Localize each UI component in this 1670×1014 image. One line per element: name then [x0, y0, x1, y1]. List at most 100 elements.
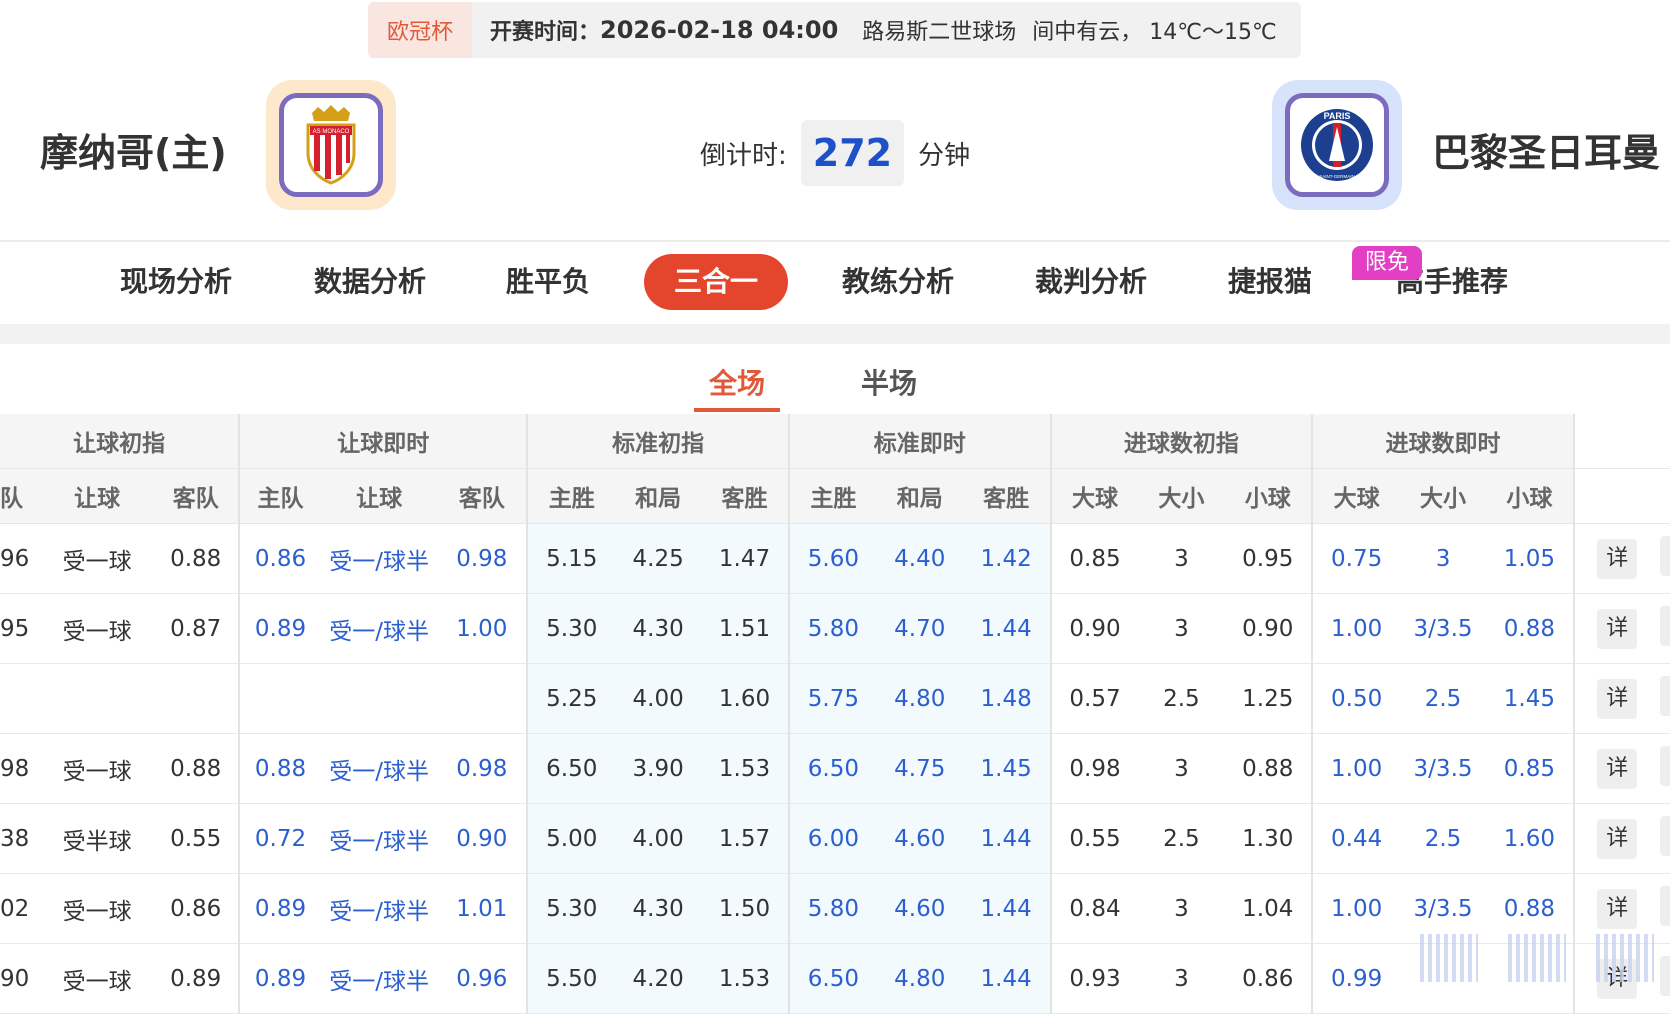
column-header: 小球	[1485, 468, 1575, 524]
odds-cell: 1.45	[1485, 663, 1575, 734]
edge-button[interactable]	[1659, 885, 1670, 926]
detail-button[interactable]: 详	[1597, 818, 1638, 859]
group-header: 让球即时	[239, 414, 529, 469]
odds-cell: 1.00	[1312, 733, 1401, 804]
watermark	[1420, 934, 1654, 982]
odds-cell: 4.80	[876, 943, 963, 1014]
edge-button[interactable]	[1659, 745, 1670, 786]
odds-cell: 2.5	[1400, 803, 1486, 874]
column-header: 小球	[1224, 468, 1314, 524]
home-team-name[interactable]: 摩纳哥(主)	[40, 122, 227, 177]
table-row[interactable]: 95 受一球 0.87 0.89 受一/球半 1.00 5.30 4.30 1.51 5.80 4.…	[0, 593, 1670, 664]
odds-cell: 4.60	[876, 873, 963, 944]
odds-cell: 0.89	[239, 873, 321, 944]
subtab-half-time[interactable]: 半场	[846, 362, 932, 408]
countdown-value: 272	[800, 120, 905, 186]
edge-button[interactable]	[1659, 605, 1670, 646]
table-row[interactable]: 5.25 4.00 1.60 5.75 4.80 1.48 0.57 2.5 1.25 0.50 2…	[0, 663, 1670, 734]
edge-button[interactable]	[1659, 955, 1670, 996]
odds-cell: 1.51	[701, 593, 790, 664]
odds-cell: 0.75	[1312, 523, 1401, 594]
competition-tag[interactable]: 欧冠杯	[368, 2, 472, 58]
column-header: 和局	[876, 468, 963, 524]
odds-cell: 1.45	[962, 733, 1052, 804]
column-header: 大球	[1050, 468, 1139, 524]
tab-data-analysis[interactable]: 数据分析	[314, 254, 426, 310]
group-header: 标准即时	[788, 414, 1052, 469]
away-team-name[interactable]: 巴黎圣日耳曼	[1432, 122, 1660, 177]
odds-cell: 5.80	[788, 593, 877, 664]
venue: 路易斯二世球场	[862, 20, 1017, 45]
odds-cell: 2.5	[1400, 663, 1486, 734]
detail-button[interactable]: 详	[1597, 538, 1638, 579]
odds-cell: 1.01	[437, 873, 529, 944]
odds-cell: 0.89	[239, 943, 321, 1014]
odds-cell: 4.30	[615, 873, 702, 944]
detail-button[interactable]: 详	[1597, 678, 1638, 719]
odds-cell: 3/3.5	[1400, 593, 1486, 664]
odds-cell: 1.30	[1224, 803, 1314, 874]
odds-cell: 1.53	[701, 943, 790, 1014]
psg-crest-icon: PARIS SAINT-GERMAIN	[1301, 109, 1373, 181]
tab-jiebaomao[interactable]: 捷报猫	[1228, 254, 1312, 310]
odds-cell: 受一/球半	[320, 873, 438, 944]
monaco-crest-text: AS MONACO	[313, 129, 350, 135]
tab-live-analysis[interactable]: 现场分析	[120, 254, 232, 310]
odds-cell: 0.89	[239, 593, 321, 664]
tab-win-draw-lose[interactable]: 胜平负	[506, 254, 590, 310]
tab-coach-analysis[interactable]: 教练分析	[842, 254, 954, 310]
column-header: 队	[0, 468, 41, 524]
home-team-badge[interactable]: AS MONACO	[266, 80, 396, 210]
odds-cell: 1.05	[1485, 523, 1575, 594]
odds-cell: 02	[0, 873, 41, 944]
match-info-bar: 欧冠杯 开赛时间： 2026-02-18 04:00 路易斯二世球场 间中有云，…	[368, 2, 1301, 58]
odds-cell: 3	[1138, 523, 1225, 594]
edge-button[interactable]	[1659, 675, 1670, 716]
odds-cell: 5.75	[788, 663, 877, 734]
odds-cell: 4.75	[876, 733, 963, 804]
column-header: 大球	[1312, 468, 1401, 524]
odds-cell: 4.20	[615, 943, 702, 1014]
odds-cell: 0.86	[1224, 943, 1314, 1014]
odds-cell: 1.48	[962, 663, 1052, 734]
detail-button[interactable]: 详	[1597, 748, 1638, 789]
odds-cell: 0.44	[1312, 803, 1401, 874]
tab-referee-analysis[interactable]: 裁判分析	[1035, 254, 1147, 310]
away-team-badge[interactable]: PARIS SAINT-GERMAIN	[1272, 80, 1402, 210]
watermark-bars-icon	[1420, 934, 1478, 982]
odds-cell: 0.96	[437, 943, 529, 1014]
odds-cell: 1.44	[962, 593, 1052, 664]
odds-cell: 1.42	[962, 523, 1052, 594]
watermark-bars-icon	[1508, 934, 1566, 982]
odds-cell: 0.98	[1050, 733, 1139, 804]
odds-cell: 95	[0, 593, 41, 664]
detail-button[interactable]: 详	[1597, 608, 1638, 649]
column-header: 让球	[320, 468, 438, 524]
table-row[interactable]: 02 受一球 0.86 0.89 受一/球半 1.01 5.30 4.30 1.50 5.80 4.…	[0, 873, 1670, 944]
table-row[interactable]: 98 受一球 0.88 0.88 受一/球半 0.98 6.50 3.90 1.53 6.50 4.…	[0, 733, 1670, 804]
odds-cell: 1.44	[962, 943, 1052, 1014]
edge-button[interactable]	[1659, 815, 1670, 856]
odds-cell: 1.50	[701, 873, 790, 944]
odds-cell: 4.00	[615, 663, 702, 734]
weather: 间中有云， 14℃～15℃	[1032, 20, 1277, 45]
odds-cell: 0.93	[1050, 943, 1139, 1014]
odds-cell: 6.50	[527, 733, 616, 804]
odds-cell: 0.88	[1485, 593, 1575, 664]
group-header: 标准初指	[527, 414, 790, 469]
column-header: 客胜	[962, 468, 1052, 524]
odds-cell: 6.50	[788, 733, 877, 804]
odds-table: 让球初指 让球即时 标准初指 标准即时 进球数初指 进球数即时 队让球 客队 主队让…	[0, 414, 1670, 1014]
edge-button[interactable]	[1659, 535, 1670, 576]
odds-cell: 0.50	[1312, 663, 1401, 734]
odds-cell: 3.90	[615, 733, 702, 804]
odds-cell: 4.25	[615, 523, 702, 594]
column-header: 让球	[40, 468, 154, 524]
countdown-unit: 分钟	[918, 140, 971, 171]
odds-cell: 受半球	[40, 803, 154, 874]
detail-button[interactable]: 详	[1597, 888, 1638, 929]
tab-three-in-one[interactable]: 三合一	[644, 254, 788, 310]
table-row[interactable]: 38 受半球 0.55 0.72 受一/球半 0.90 5.00 4.00 1.57 6.00 4.…	[0, 803, 1670, 874]
subtab-full-match[interactable]: 全场	[694, 362, 780, 412]
table-row[interactable]: 96 受一球 0.88 0.86 受一/球半 0.98 5.15 4.25 1.47 5.60 4.…	[0, 523, 1670, 594]
